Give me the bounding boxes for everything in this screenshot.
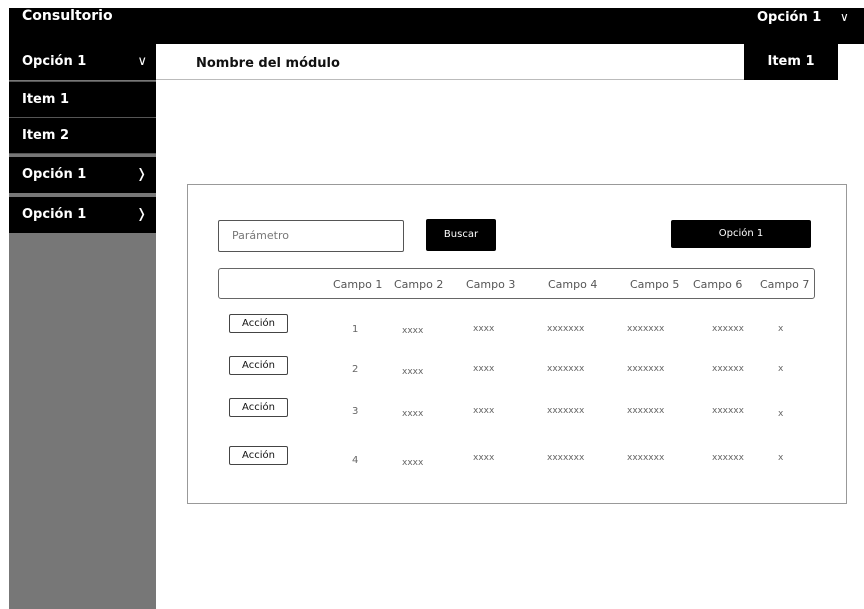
sidebar-item-opcion-1[interactable]: Opción 1 ∨ — [9, 44, 156, 80]
action-button[interactable]: Acción — [229, 446, 288, 465]
table-cell: x — [778, 409, 784, 419]
table-cell: xxxxxxx — [547, 406, 585, 416]
sidebar-item-item-1[interactable]: Item 1 — [9, 82, 156, 118]
page-title: Nombre del módulo — [196, 56, 340, 71]
table-cell: xxxxxxx — [627, 324, 665, 334]
action-button[interactable]: Acción — [229, 314, 288, 333]
table-cell: xxxx — [402, 458, 424, 468]
table-cell: xxxx — [473, 324, 495, 334]
chevron-down-icon: ∨ — [137, 54, 147, 69]
table-cell: x — [778, 364, 784, 374]
sidebar-item-label: Item 1 — [22, 92, 69, 107]
action-button[interactable]: Acción — [229, 356, 288, 375]
table-cell: xxxxxxx — [627, 453, 665, 463]
table-cell: x — [778, 453, 784, 463]
table-cell: xxxxxx — [712, 364, 744, 374]
sidebar-item-opcion-3[interactable]: Opción 1 ❭ — [9, 197, 156, 233]
table-cell: 2 — [352, 364, 359, 375]
sidebar-item-label: Opción 1 — [22, 207, 87, 222]
column-header: Campo 1 — [333, 278, 383, 291]
search-button[interactable]: Buscar — [426, 219, 496, 251]
top-menu-dropdown[interactable]: Opción 1 — [757, 10, 821, 25]
column-header: Campo 2 — [394, 278, 444, 291]
column-header: Campo 4 — [548, 278, 598, 291]
sidebar-item-label: Item 2 — [22, 128, 69, 143]
column-header: Campo 5 — [630, 278, 680, 291]
sidebar-item-opcion-2[interactable]: Opción 1 ❭ — [9, 157, 156, 193]
table-cell: xxxx — [473, 406, 495, 416]
table-cell: 1 — [352, 324, 359, 335]
table-cell: xxxxxxx — [627, 406, 665, 416]
column-header: Campo 6 — [693, 278, 743, 291]
table-cell: xxxx — [473, 364, 495, 374]
table-cell: x — [778, 324, 784, 334]
header-divider — [156, 79, 744, 80]
table-cell: xxxx — [402, 367, 424, 377]
table-cell: 4 — [352, 455, 359, 466]
chevron-right-icon: ❭ — [136, 167, 147, 182]
action-button[interactable]: Acción — [229, 398, 288, 417]
sidebar-item-label: Opción 1 — [22, 54, 87, 69]
table-cell: 3 — [352, 406, 359, 417]
column-header: Campo 7 — [760, 278, 810, 291]
sidebar-item-item-2[interactable]: Item 2 — [9, 118, 156, 154]
table-cell: xxxxxxx — [627, 364, 665, 374]
table-cell: xxxxxxx — [547, 453, 585, 463]
app-title: Consultorio — [22, 8, 113, 24]
column-header: Campo 3 — [466, 278, 516, 291]
table-cell: xxxx — [402, 326, 424, 336]
sidebar-item-label: Opción 1 — [22, 167, 87, 182]
option-button[interactable]: Opción 1 — [671, 220, 811, 248]
table-cell: xxxx — [402, 409, 424, 419]
chevron-right-icon: ❭ — [136, 207, 147, 222]
tab-item-1[interactable]: Item 1 — [744, 44, 838, 80]
table-cell: xxxxxx — [712, 406, 744, 416]
table-cell: xxxxxx — [712, 453, 744, 463]
sidebar-divider — [9, 153, 156, 154]
search-input[interactable]: Parámetro — [218, 220, 404, 252]
table-cell: xxxxxx — [712, 324, 744, 334]
top-bar — [9, 8, 864, 44]
table-cell: xxxxxxx — [547, 364, 585, 374]
chevron-down-icon[interactable]: ∨ — [840, 10, 849, 24]
table-cell: xxxxxxx — [547, 324, 585, 334]
table-cell: xxxx — [473, 453, 495, 463]
